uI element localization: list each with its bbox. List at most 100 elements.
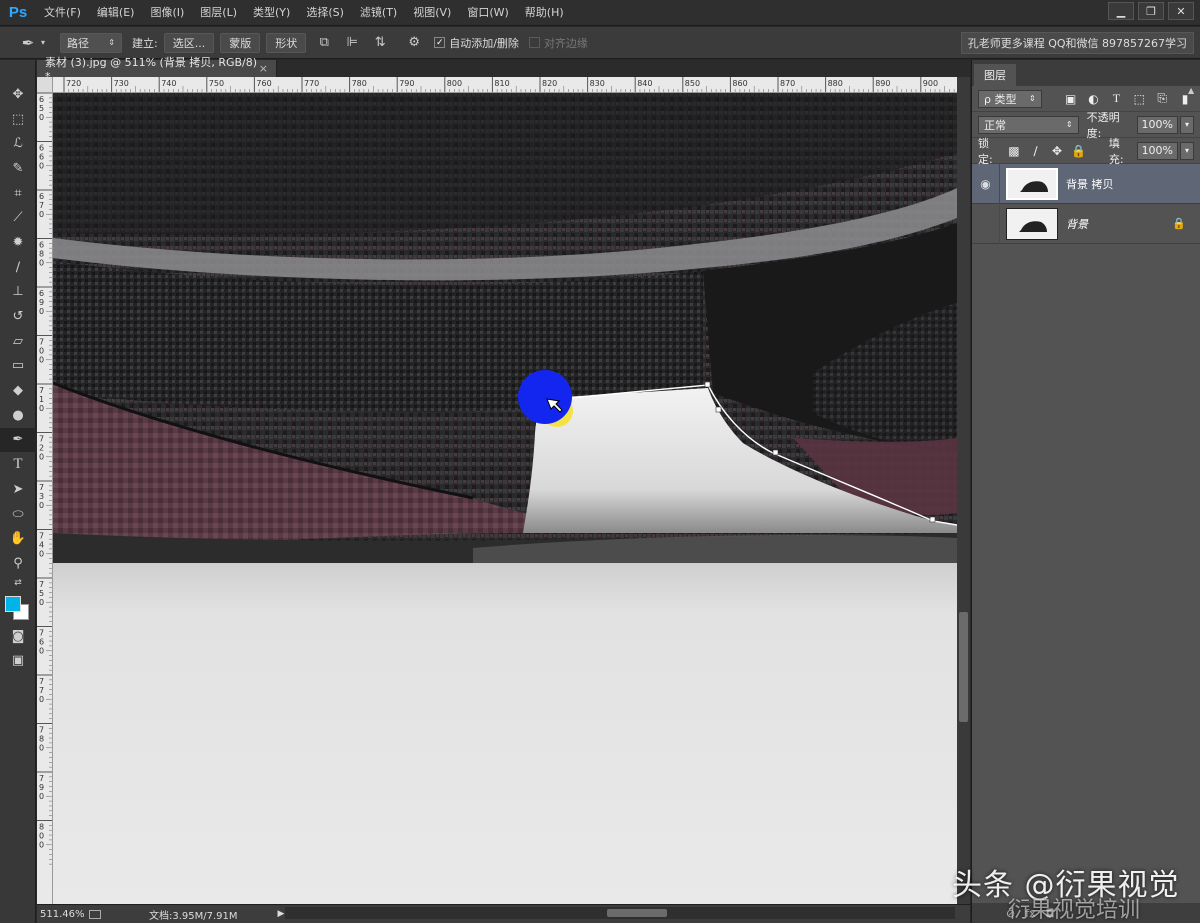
eraser-icon[interactable]: ▱ — [0, 329, 36, 354]
horizontal-ruler[interactable]: 720 730 740 750 760 770 780 790 800 810 820 830 840 8… — [53, 77, 957, 93]
menu-help[interactable]: 帮助(H) — [517, 0, 572, 26]
lock-transparent-icon[interactable]: ▩ — [1006, 142, 1023, 160]
menu-file[interactable]: 文件(F) — [36, 0, 89, 26]
menu-window[interactable]: 窗口(W) — [459, 0, 516, 26]
hand-icon[interactable]: ✋ — [0, 526, 36, 551]
document-canvas[interactable] — [53, 93, 957, 904]
menu-view[interactable]: 视图(V) — [405, 0, 459, 26]
blur-icon[interactable]: ◆ — [0, 378, 36, 403]
vertical-ruler-ticks: 6506606706806907007107207307407507607707… — [37, 93, 52, 865]
filter-smart-object-icon[interactable]: ⎘ — [1153, 90, 1171, 108]
lasso-icon[interactable]: ℒ — [0, 131, 36, 156]
horizontal-scrollbar-thumb[interactable] — [607, 909, 667, 917]
ruler-origin[interactable] — [37, 77, 53, 93]
path-operations-icon[interactable]: ⧉ — [314, 33, 334, 53]
vertical-scrollbar[interactable] — [957, 77, 970, 904]
ruler-label: 7 — [39, 580, 44, 589]
healing-icon[interactable]: ✹ — [0, 230, 36, 255]
eyedropper-icon[interactable]: ⟋ — [0, 205, 36, 230]
align-edges-checkbox[interactable] — [528, 37, 540, 48]
opacity-input[interactable]: 100% — [1136, 115, 1178, 134]
lock-all-icon[interactable]: 🔒 — [1070, 142, 1087, 160]
panel-scroll-arrow-icon[interactable]: ▲ — [1188, 86, 1198, 126]
ruler-label: 800 — [447, 79, 462, 88]
layer-filter-select[interactable]: ρ 类型 ⇕ — [978, 89, 1042, 108]
tools-panel-grip — [0, 60, 35, 82]
auto-add-delete-checkbox[interactable]: ✓ — [434, 37, 446, 48]
path-select-icon[interactable]: ➤ — [0, 477, 36, 502]
path-alignment-icon[interactable]: ⊫ — [342, 33, 362, 53]
horizontal-scrollbar[interactable] — [285, 907, 955, 919]
filter-type-icon[interactable]: T — [1107, 90, 1125, 108]
gear-icon[interactable]: ⚙ — [404, 33, 424, 53]
ellipse-icon[interactable]: ⬭ — [0, 502, 36, 527]
close-tab-icon[interactable]: × — [259, 62, 268, 75]
menu-select[interactable]: 选择(S) — [298, 0, 352, 26]
menu-edit[interactable]: 编辑(E) — [89, 0, 143, 26]
quick-mask-icon[interactable]: ◙ — [0, 624, 36, 649]
ruler-label: 830 — [590, 79, 605, 88]
menu-layer[interactable]: 图层(L) — [192, 0, 245, 26]
fill-input[interactable]: 100% — [1136, 141, 1179, 160]
tab-layers[interactable]: 图层 — [974, 64, 1016, 86]
visibility-toggle-empty[interactable] — [972, 203, 1000, 244]
menu-filter[interactable]: 滤镜(T) — [352, 0, 405, 26]
ruler-label: 0 — [39, 113, 44, 122]
swap-colors-icon[interactable]: ⇄ — [0, 576, 36, 590]
close-button[interactable]: ✕ — [1168, 2, 1194, 20]
make-shape-button[interactable]: 形状 — [266, 32, 307, 53]
ruler-label: 730 — [114, 79, 129, 88]
filter-shape-icon[interactable]: ⬚ — [1130, 90, 1148, 108]
ruler-label: 780 — [352, 79, 367, 88]
make-mask-button[interactable]: 蒙版 — [220, 32, 261, 53]
chevron-down-icon[interactable]: ▾ — [38, 33, 48, 53]
workspace-select[interactable]: 孔老师更多课程 QQ和微信 897857267学习 — [960, 32, 1194, 54]
pen-tool-preset-icon[interactable]: ✒ — [18, 33, 38, 53]
type-icon[interactable]: T — [0, 452, 36, 477]
fill-dropdown-icon[interactable]: ▾ — [1180, 141, 1195, 160]
color-swatches — [0, 590, 36, 624]
gradient-icon[interactable]: ▭ — [0, 354, 36, 379]
history-brush-icon[interactable]: ↺ — [0, 304, 36, 329]
minimize-button[interactable]: ▁ — [1108, 2, 1134, 20]
restore-button[interactable]: ❐ — [1138, 2, 1164, 20]
menu-image[interactable]: 图像(I) — [142, 0, 192, 26]
menu-type[interactable]: 类型(Y) — [245, 0, 298, 26]
dodge-icon[interactable]: ● — [0, 403, 36, 428]
layer-row[interactable]: 背景 🔒 — [972, 203, 1200, 244]
path-arrangement-icon[interactable]: ⇅ — [370, 33, 390, 53]
crop-icon[interactable]: ⌗ — [0, 181, 36, 206]
screen-mode-icon[interactable]: ▣ — [0, 648, 36, 673]
move-icon[interactable]: ✥ — [0, 82, 36, 107]
pen-icon[interactable]: ✒ — [0, 427, 36, 453]
stamp-icon[interactable]: ⊥ — [0, 280, 36, 305]
vertical-ruler[interactable]: 6506606706806907007107207307407507607707… — [37, 93, 53, 904]
lock-position-icon[interactable]: ✥ — [1049, 142, 1066, 160]
ruler-label: 850 — [685, 79, 700, 88]
ruler-label: 7 — [39, 686, 44, 695]
filter-pixel-icon[interactable]: ▣ — [1062, 90, 1080, 108]
eye-icon[interactable]: ◉ — [972, 163, 1000, 204]
zoom-level[interactable]: 511.46% — [37, 909, 89, 920]
vertical-scrollbar-thumb[interactable] — [959, 612, 968, 722]
brush-icon[interactable]: ∕ — [0, 255, 36, 280]
marquee-icon[interactable]: ⬚ — [0, 107, 36, 132]
quick-select-icon[interactable]: ✎ — [0, 156, 36, 181]
zoom-icon[interactable]: ⚲ — [0, 551, 36, 576]
layer-name[interactable]: 背景 拷贝 — [1066, 176, 1114, 192]
status-menu-arrow-icon[interactable]: ▶ — [278, 909, 285, 919]
document-tab[interactable]: 素材 (3).jpg @ 511% (背景 拷贝, RGB/8) * × — [37, 56, 277, 83]
ruler-label: 790 — [399, 79, 414, 88]
ruler-label: 0 — [39, 550, 44, 559]
blend-mode-select[interactable]: 正常 ⇕ — [978, 115, 1079, 134]
photoshop-logo: Ps — [8, 4, 28, 21]
filter-adjustment-icon[interactable]: ◐ — [1085, 90, 1103, 108]
make-selection-button[interactable]: 选区... — [163, 32, 215, 53]
layer-row[interactable]: ◉ 背景 拷贝 — [972, 163, 1200, 204]
ruler-label: 7 — [39, 532, 44, 541]
pen-mode-select[interactable]: 路径 ⇕ — [60, 32, 122, 53]
lock-image-icon[interactable]: ∕ — [1027, 142, 1044, 160]
layer-name[interactable]: 背景 — [1066, 216, 1088, 232]
foreground-color-swatch[interactable] — [5, 595, 21, 612]
ruler-label: 5 — [39, 104, 44, 113]
